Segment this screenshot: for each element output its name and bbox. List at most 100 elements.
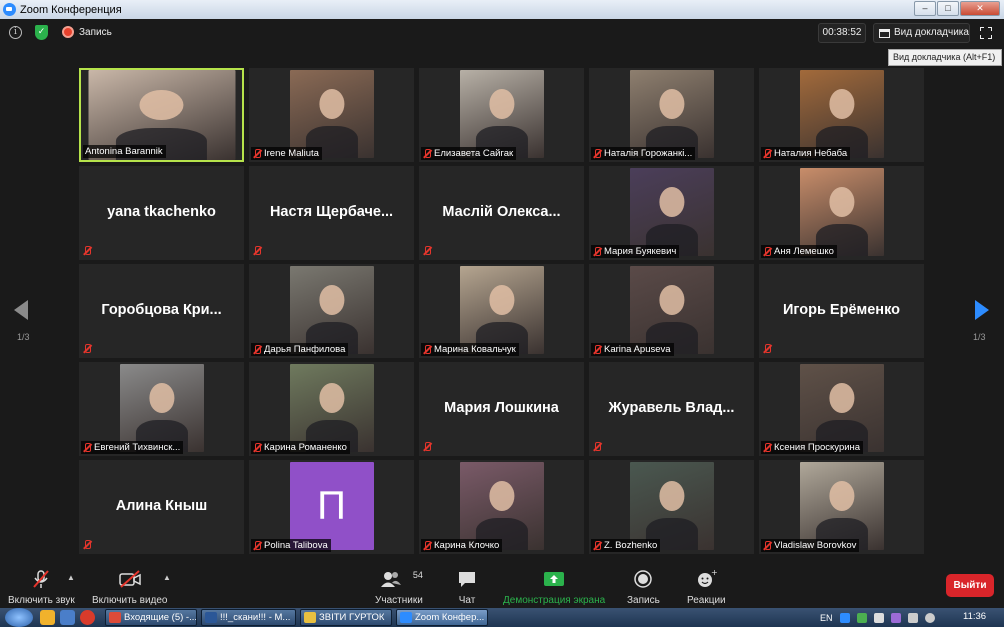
participant-name-tag: Vladislaw Borovkov [761,539,860,552]
participant-name: Vladislaw Borovkov [774,540,857,551]
start-button-icon[interactable] [5,608,33,627]
participant-name-tag: Карина Клочко [421,539,503,552]
participant-tile[interactable]: yana tkachenko [79,166,244,260]
opera-icon[interactable] [80,610,95,625]
muted-mic-icon [763,148,771,159]
participants-count: 54 [412,570,423,580]
participant-tile[interactable]: Марина Ковальчук [419,264,584,358]
app-icon [109,612,121,623]
participant-tile[interactable]: Елизавета Сайгак [419,68,584,162]
fullscreen-icon[interactable] [980,27,992,39]
chat-icon [455,569,479,589]
participant-video [459,70,544,158]
participant-name: Наталія Горожанкі... [604,148,693,159]
taskbar-app-button[interactable]: Zoom Конфер... [396,609,488,626]
info-icon[interactable]: i [9,26,22,39]
muted-mic-icon [593,442,601,452]
muted-mic-icon [83,246,91,256]
participant-tile[interactable]: Ксения Проскурина [759,362,924,456]
muted-mic-icon [253,246,261,256]
taskbar-app-button[interactable]: !!!_скани!!! - M... [201,609,296,626]
zoom-tray-icon[interactable] [839,612,850,623]
muted-mic-icon [593,246,601,257]
minimize-button[interactable]: – [914,1,936,16]
participant-name-tag: Марина Ковальчук [421,343,519,356]
participant-tile[interactable]: Журавель Влад... [589,362,754,456]
taskbar-app-button[interactable]: Входящие (5) -... [105,609,197,626]
app-tray-icon[interactable] [856,612,867,623]
participant-video [289,266,374,354]
next-page-arrow-icon[interactable] [975,300,989,320]
media-player-icon[interactable] [60,610,75,625]
participant-video [629,168,714,256]
audio-options-chevron-icon[interactable]: ▲ [67,573,75,582]
participant-tile[interactable]: Мария Лошкина [419,362,584,456]
participant-tile[interactable]: Алина Кныш [79,460,244,554]
close-window-button[interactable]: ✕ [960,1,1000,16]
reactions-button[interactable]: + Реакции [687,568,726,606]
participant-name: Марина Ковальчук [434,344,516,355]
participant-tile[interactable]: П Polina Talibova [249,460,414,554]
participant-tile[interactable]: Настя Щербаче... [249,166,414,260]
language-indicator[interactable]: EN [820,613,833,623]
share-screen-icon [542,569,566,589]
security-shield-icon[interactable]: ✓ [35,25,48,40]
record-icon [631,569,655,589]
zoom-logo-icon [3,3,16,16]
participant-name: Z. Bozhenko [604,540,658,551]
unmute-label: Включить звук [8,595,75,606]
participant-name-tag: Наталія Горожанкі... [591,147,696,160]
participant-tile[interactable]: Мария Буякевич [589,166,754,260]
previous-page-arrow-icon[interactable] [14,300,28,320]
taskbar-app-button[interactable]: ЗВІТИ ГУРТОК [300,609,392,626]
muted-mic-icon [83,442,91,453]
participant-tile[interactable]: Antonina Barannik [79,68,244,162]
participant-tile[interactable]: Карина Романенко [249,362,414,456]
muted-mic-icon [763,344,771,354]
app-icon [400,612,412,623]
action-center-icon[interactable] [873,612,884,623]
participant-tile[interactable]: Irene Maliuta [249,68,414,162]
participant-name: Irene Maliuta [264,148,319,159]
page-indicator-left: 1/3 [17,332,30,342]
participant-tile[interactable]: Vladislaw Borovkov [759,460,924,554]
meeting-timer: 00:38:52 [818,23,866,43]
participant-video [629,462,714,550]
maximize-button[interactable]: □ [937,1,959,16]
unmute-button[interactable]: Включить звук [8,569,75,606]
system-tray: EN [820,608,935,627]
participant-tile[interactable]: Дарья Панфилова [249,264,414,358]
muted-mic-icon [763,540,771,551]
participants-label: Участники [375,595,423,606]
participant-tile[interactable]: Маслій Олекса... [419,166,584,260]
chat-button[interactable]: Чат [455,569,479,606]
start-video-button[interactable]: Включить видео [92,569,168,606]
participants-button[interactable]: 54 Участники [375,569,423,606]
participant-tile[interactable]: Игорь Ерёменко [759,264,924,358]
participant-tile[interactable]: Z. Bozhenko [589,460,754,554]
participant-tile[interactable]: Karina Apuseva [589,264,754,358]
windows-taskbar: Входящие (5) -... !!!_скани!!! - M... ЗВІТ… [0,608,1004,627]
recording-indicator[interactable]: Запись [62,26,112,38]
participant-name: Antonina Barannik [85,146,163,157]
participant-tile[interactable]: Карина Клочко [419,460,584,554]
participant-video [799,168,884,256]
participant-name: Дарья Панфилова [264,344,346,355]
file-explorer-icon[interactable] [40,610,55,625]
video-options-chevron-icon[interactable]: ▲ [163,573,171,582]
volume-icon[interactable] [924,612,935,623]
participant-name-tag: Antonina Barannik [83,145,166,158]
share-screen-button[interactable]: Демонстрация экрана [503,569,605,606]
participant-video: П [289,462,374,550]
viber-tray-icon[interactable] [890,612,901,623]
leave-meeting-button[interactable]: Выйти [946,574,994,597]
network-icon[interactable] [907,612,918,623]
participant-tile[interactable]: Аня Лемешко [759,166,924,260]
record-button[interactable]: Запись [627,569,660,606]
participant-tile[interactable]: Наталия Небаба [759,68,924,162]
participant-tile[interactable]: Наталія Горожанкі... [589,68,754,162]
speaker-view-button[interactable]: Вид докладчика [873,23,970,43]
participant-tile[interactable]: Евгений Тихвинск... [79,362,244,456]
participant-tile[interactable]: Горобцова Кри... [79,264,244,358]
participant-name: Карина Клочко [434,540,500,551]
